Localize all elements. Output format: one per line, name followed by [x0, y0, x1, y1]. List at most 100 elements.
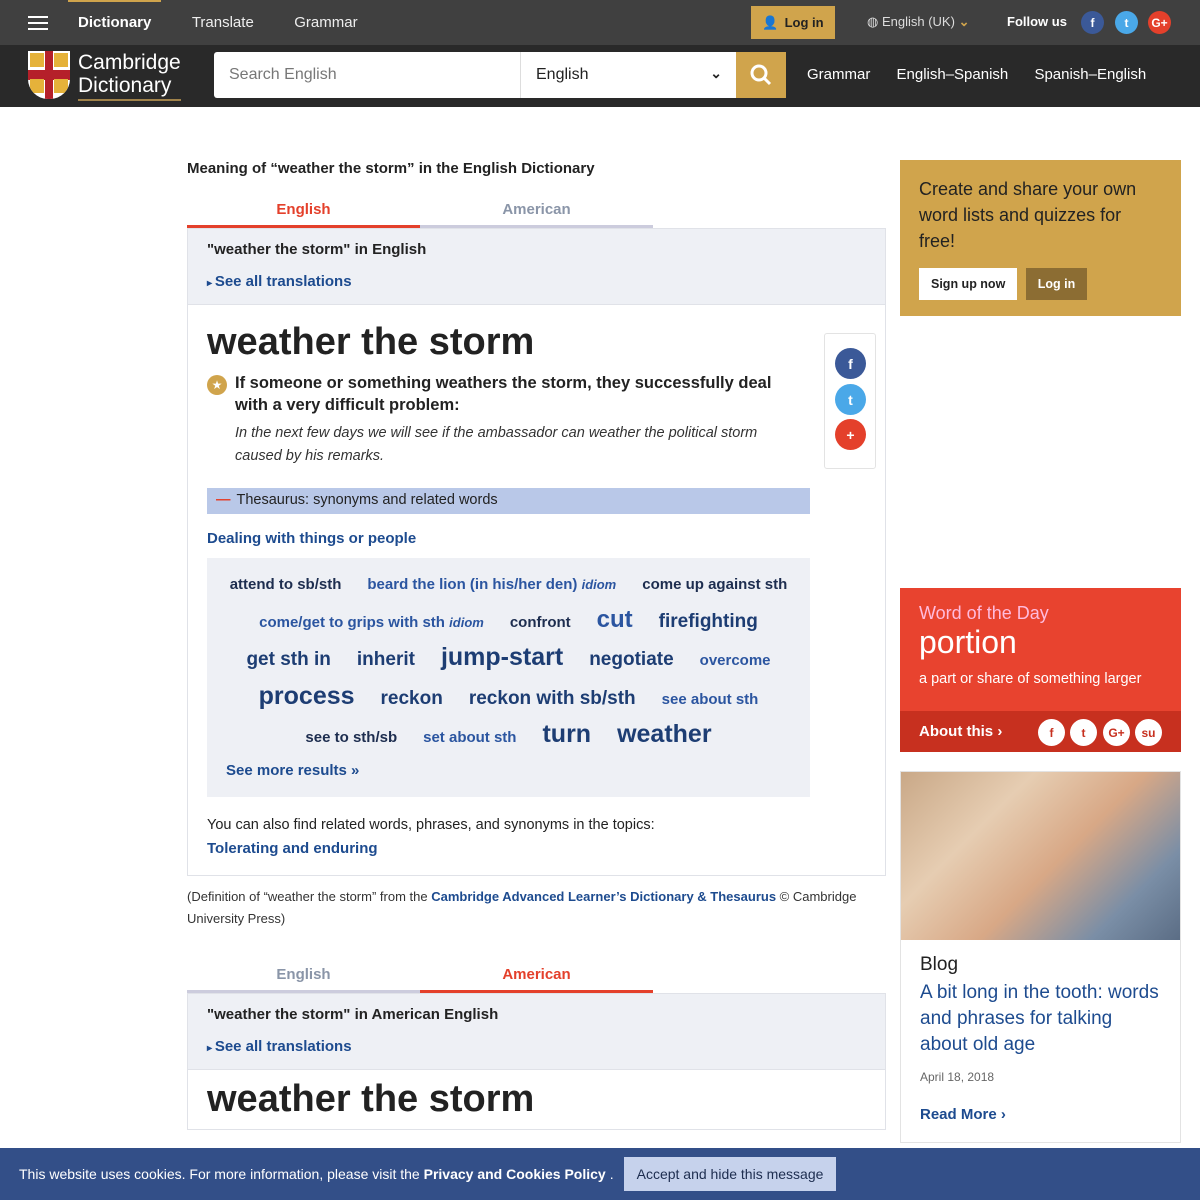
- see-more-results-link[interactable]: See more results »: [226, 762, 800, 779]
- twitter-icon[interactable]: t: [835, 384, 866, 415]
- menu-icon[interactable]: [28, 12, 48, 34]
- translations-heading: "weather the storm" in American English: [207, 1006, 499, 1023]
- synonym-link[interactable]: set about sth: [423, 721, 516, 756]
- headword: weather the storm: [207, 1078, 535, 1120]
- topic-link[interactable]: Tolerating and enduring: [207, 840, 378, 857]
- synonym-text: come/get to grips with sth: [259, 613, 445, 631]
- synonym-link[interactable]: come up against sth: [642, 568, 787, 603]
- wotd-label: Word of the Day: [919, 603, 1049, 623]
- privacy-policy-link[interactable]: Privacy and Cookies Policy: [424, 1166, 606, 1182]
- see-all-translations-link[interactable]: See all translations: [207, 273, 352, 290]
- top-bar: Dictionary Translate Grammar 👤 Log in ◍ E…: [0, 0, 1200, 45]
- chevron-down-icon: ⌄: [958, 14, 970, 29]
- user-icon: 👤: [762, 14, 779, 30]
- synonym-link[interactable]: see about sth: [662, 683, 759, 718]
- page-title: Meaning of “weather the storm” in the En…: [187, 160, 595, 177]
- synonym-link[interactable]: overcome: [700, 644, 771, 679]
- read-more-link[interactable]: Read More: [920, 1106, 997, 1123]
- source-link[interactable]: Cambridge Advanced Learner’s Dictionary …: [431, 889, 776, 904]
- tab-english[interactable]: English: [187, 201, 420, 228]
- entry: weather the storm ★ If someone or somethi…: [187, 305, 886, 876]
- cookie-text: This website uses cookies. For more info…: [19, 1166, 420, 1182]
- synonym-link[interactable]: inherit: [357, 643, 415, 678]
- plus-icon[interactable]: +: [835, 419, 866, 450]
- translations-heading: "weather the storm" in English: [207, 241, 427, 258]
- tab-american[interactable]: American: [420, 966, 653, 993]
- synonym-link[interactable]: firefighting: [659, 605, 758, 640]
- synonym-text: process: [258, 681, 355, 710]
- follow-us-label: Follow us: [1007, 14, 1067, 29]
- synonym-text: firefighting: [658, 610, 758, 632]
- synonym-link[interactable]: come/get to grips with sth idiom: [259, 606, 484, 641]
- thesaurus-toggle[interactable]: — Thesaurus: synonyms and related words: [207, 488, 810, 514]
- synonym-link[interactable]: beard the lion (in his/her den) idiom: [367, 568, 616, 603]
- synonym-link[interactable]: weather: [617, 717, 711, 752]
- language-selector[interactable]: ◍ English (UK) ⌄: [867, 14, 969, 30]
- synonym-text: inherit: [356, 649, 415, 670]
- nav-dictionary[interactable]: Dictionary: [78, 14, 151, 31]
- synonym-cloud: attend to sb/sth beard the lion (in his/h…: [207, 558, 810, 797]
- synonym-link[interactable]: process: [259, 679, 355, 714]
- synonym-text: confront: [509, 613, 571, 631]
- blog-photo[interactable]: [901, 772, 1180, 940]
- synonym-text: weather: [617, 720, 712, 748]
- synonym-link[interactable]: see to sth/sb: [305, 721, 397, 756]
- twitter-icon[interactable]: t: [1070, 719, 1097, 746]
- see-all-translations-link[interactable]: See all translations: [207, 1038, 352, 1055]
- nav-translate[interactable]: Translate: [192, 14, 254, 31]
- promo-login-button[interactable]: Log in: [1025, 268, 1088, 300]
- twitter-icon[interactable]: t: [1115, 11, 1138, 34]
- share-panel: f t +: [824, 333, 876, 469]
- synonym-link[interactable]: reckon: [381, 682, 443, 717]
- about-this-link[interactable]: About this: [919, 723, 993, 740]
- blog-label: Blog: [920, 954, 959, 975]
- minus-icon: —: [216, 492, 231, 508]
- synonym-link[interactable]: get sth in: [246, 643, 330, 678]
- synonym-link[interactable]: confront: [510, 606, 571, 641]
- nav-spanish-english[interactable]: Spanish–English: [1034, 66, 1146, 83]
- google-plus-icon[interactable]: G+: [1148, 11, 1171, 34]
- nav-english-spanish[interactable]: English–Spanish: [897, 66, 1009, 83]
- cambridge-logo[interactable]: Cambridge Dictionary: [28, 51, 181, 101]
- synonym-text: reckon with sb/sth: [468, 687, 636, 709]
- stumbleupon-icon[interactable]: su: [1135, 719, 1162, 746]
- nav-grammar[interactable]: Grammar: [294, 14, 357, 31]
- nav-grammar-link[interactable]: Grammar: [807, 66, 870, 83]
- facebook-icon[interactable]: f: [835, 348, 866, 379]
- synonym-text: negotiate: [589, 649, 674, 670]
- blog-date: April 18, 2018: [920, 1070, 995, 1084]
- category-link[interactable]: Dealing with things or people: [207, 530, 866, 547]
- synonym-link[interactable]: negotiate: [589, 643, 673, 678]
- tab-american[interactable]: American: [420, 201, 653, 228]
- search-input[interactable]: Search English: [214, 52, 520, 98]
- synonym-link[interactable]: attend to sb/sth: [230, 568, 342, 603]
- synonym-text: cut: [596, 605, 633, 633]
- accept-cookies-button[interactable]: Accept and hide this message: [623, 1157, 837, 1191]
- blog-title-link[interactable]: A bit long in the tooth: words and phras…: [901, 980, 1180, 1058]
- promo-text: Create and share your own word lists and…: [919, 179, 1137, 251]
- facebook-icon[interactable]: f: [1081, 11, 1104, 34]
- tab-english[interactable]: English: [187, 966, 420, 993]
- promo-box: Create and share your own word lists and…: [900, 160, 1181, 316]
- synonym-link[interactable]: cut: [597, 603, 633, 638]
- synonym-text: overcome: [699, 652, 771, 669]
- cookie-banner: This website uses cookies. For more info…: [0, 1148, 1200, 1200]
- synonym-text: jump-start: [440, 643, 564, 671]
- login-button[interactable]: 👤 Log in: [751, 6, 835, 39]
- translations-box: "weather the storm" in American English …: [187, 993, 886, 1070]
- sign-up-button[interactable]: Sign up now: [919, 268, 1018, 300]
- headword: weather the storm: [207, 321, 535, 363]
- blog-box: Blog A bit long in the tooth: words and …: [900, 771, 1181, 1143]
- synonym-link[interactable]: reckon with sb/sth: [469, 682, 636, 717]
- source-citation: (Definition of “weather the storm” from …: [187, 889, 857, 926]
- topics-text: You can also find related words, phrases…: [207, 817, 655, 833]
- google-plus-icon[interactable]: G+: [1103, 719, 1130, 746]
- wotd-word[interactable]: portion: [900, 624, 1181, 661]
- globe-icon: ◍: [867, 14, 879, 29]
- dictionary-select[interactable]: English ⌄: [520, 52, 736, 98]
- facebook-icon[interactable]: f: [1038, 719, 1065, 746]
- synonym-link[interactable]: jump-start: [441, 640, 563, 675]
- synonym-text: see to sth/sb: [305, 729, 398, 746]
- search-button[interactable]: [736, 52, 786, 98]
- synonym-link[interactable]: turn: [542, 717, 591, 752]
